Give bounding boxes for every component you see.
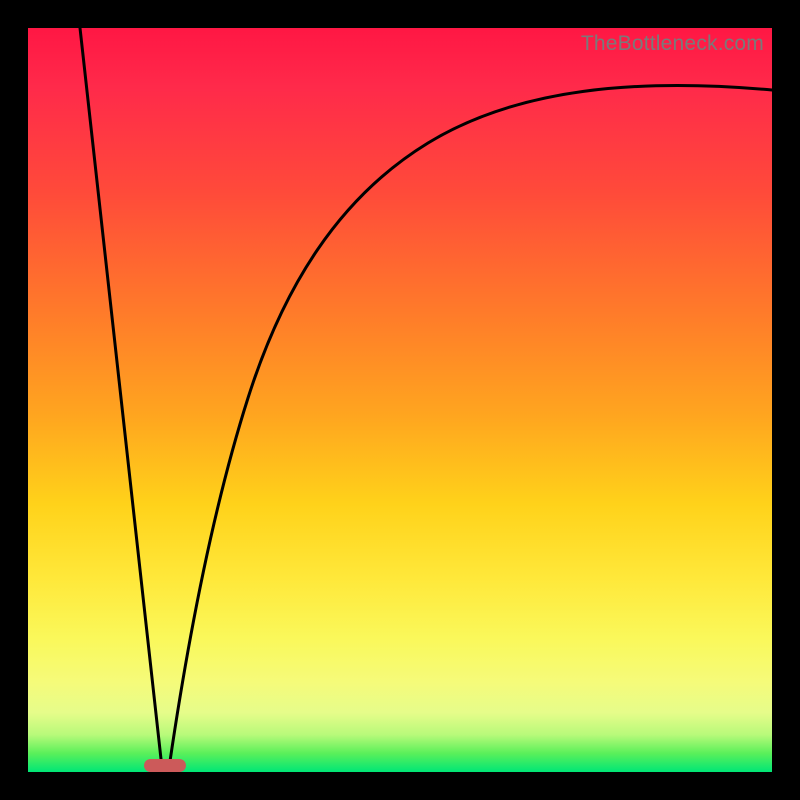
right-curve-path (169, 85, 772, 768)
plot-area: TheBottleneck.com (28, 28, 772, 772)
chart-frame: TheBottleneck.com (0, 0, 800, 800)
bottleneck-curve (28, 28, 772, 772)
watermark-label: TheBottleneck.com (581, 32, 764, 56)
left-slope-path (80, 28, 162, 768)
optimal-marker (144, 759, 186, 772)
